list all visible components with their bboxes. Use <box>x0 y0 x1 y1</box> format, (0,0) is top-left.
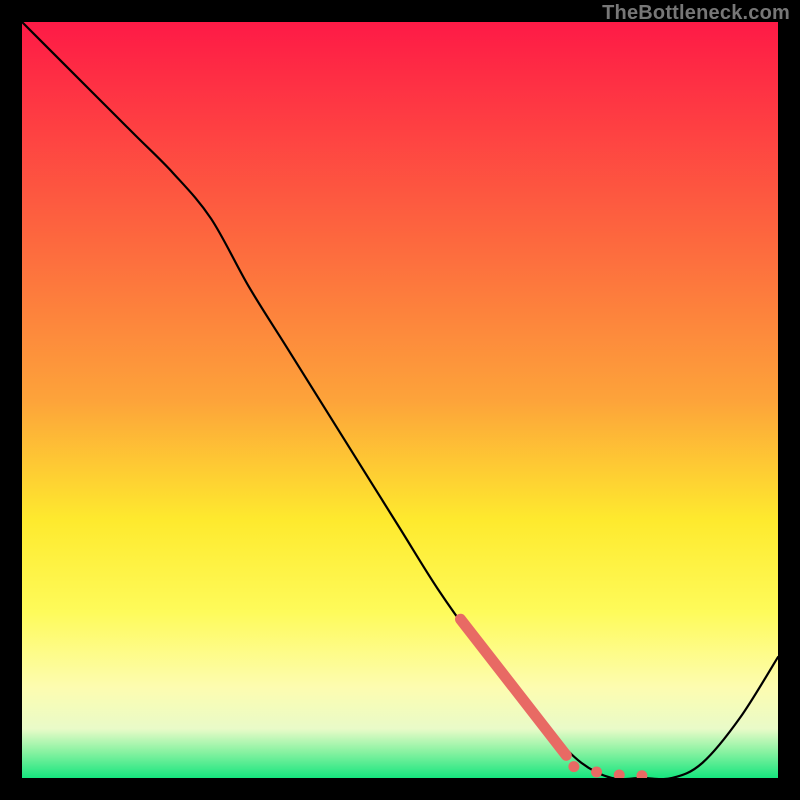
chart-frame: TheBottleneck.com <box>0 0 800 800</box>
chart-svg <box>22 22 778 778</box>
plot-area <box>22 22 778 778</box>
marker-dot <box>591 766 602 777</box>
watermark-text: TheBottleneck.com <box>602 2 790 25</box>
marker-dot <box>568 761 579 772</box>
